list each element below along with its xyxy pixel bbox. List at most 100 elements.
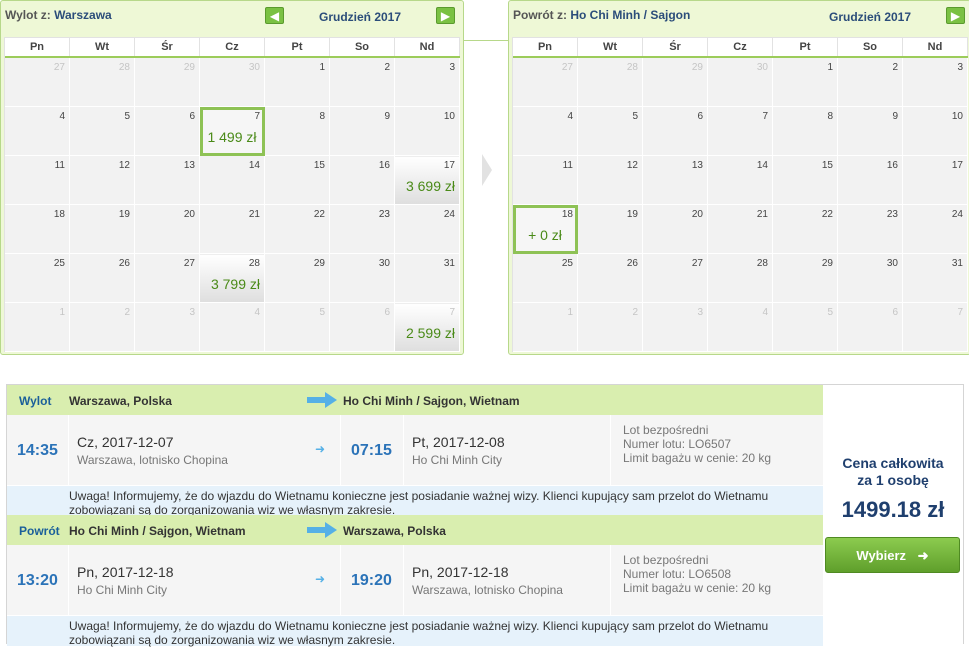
day-number: 23 [378, 209, 390, 220]
next-month-button[interactable]: ▶ [436, 7, 455, 24]
calendar-day-cell: 9 [329, 106, 395, 156]
day-number: 9 [384, 111, 390, 122]
day-price: 3 799 zł [210, 276, 260, 292]
day-number: 12 [626, 160, 638, 171]
calendar-day-cell: 25 [5, 253, 70, 303]
arrow-right-icon: ➜ [917, 548, 929, 563]
outbound-dep-cell: Cz, 2017-12-07 Warszawa, lotnisko Chopin… [69, 415, 341, 485]
calendar-day-cell: 2 [837, 57, 903, 107]
calendar-day-cell: 4 [707, 302, 773, 352]
day-number: 3 [449, 62, 455, 73]
day-number: 10 [951, 111, 963, 122]
calendar-day-cell: 6 [837, 302, 903, 352]
day-number: 21 [248, 209, 260, 220]
day-number: 8 [319, 111, 325, 122]
outbound-note-line1: Uwaga! Informujemy, że do wjazdu do Wiet… [69, 489, 769, 503]
weekday-header: Cz [199, 38, 265, 58]
day-number: 6 [697, 111, 703, 122]
calendar-day-cell: 10 [902, 106, 968, 156]
calendar-day-cell: 4 [199, 302, 265, 352]
weekday-header: So [329, 38, 395, 58]
return-dep-time-cell: 13:20 [7, 545, 69, 615]
calendar-day-cell[interactable]: 7 1 499 zł [199, 106, 265, 156]
calendar-day-cell: 24 [394, 204, 460, 254]
return-label: Powrót [19, 524, 60, 538]
outbound-route-band: Wylot Warszawa, Polska Ho Chi Minh / Saj… [7, 385, 823, 415]
calendar-day-cell: 14 [707, 155, 773, 205]
calendar-day-cell: 30 [707, 57, 773, 107]
arrow-right-icon: ➜ [315, 442, 326, 456]
return-arr-cell: Pn, 2017-12-18 Warszawa, lotnisko Chopin… [404, 545, 611, 615]
return-next-month-button[interactable]: ▶ [946, 7, 965, 24]
calendar-day-cell: 28 [69, 57, 135, 107]
day-number: 4 [567, 111, 573, 122]
calendar-day-cell[interactable]: 17 3 699 zł [394, 155, 460, 205]
day-number: 15 [821, 160, 833, 171]
outbound-dep-time: 14:35 [17, 442, 58, 459]
return-info-cell: Lot bezpośredni Numer lotu: LO6508 Limit… [611, 545, 823, 615]
choose-button[interactable]: Wybierz ➜ [825, 537, 960, 573]
day-number: 29 [183, 62, 195, 73]
day-number: 10 [443, 111, 455, 122]
calendar-day-cell: 15 [264, 155, 330, 205]
day-number: 13 [691, 160, 703, 171]
weekday-header: Pn [5, 38, 70, 58]
calendar-day-cell: 1 [5, 302, 70, 352]
day-number: 4 [59, 111, 65, 122]
calendar-day-cell: 20 [642, 204, 708, 254]
return-from: Ho Chi Minh / Sajgon, Wietnam [69, 524, 246, 538]
return-arr-time: 19:20 [351, 572, 392, 589]
total-price: 1499.18 zł [841, 497, 945, 522]
day-number: 19 [626, 209, 638, 220]
calendar-day-cell: 30 [199, 57, 265, 107]
return-arr-date: Pn, 2017-12-18 [412, 564, 509, 580]
outbound-arr-date: Pt, 2017-12-08 [412, 434, 505, 450]
day-number: 18 [561, 209, 573, 220]
calendar-day-cell: 22 [772, 204, 838, 254]
calendar-day-cell: 28 [577, 57, 643, 107]
day-number: 9 [892, 111, 898, 122]
calendar-day-cell: 15 [772, 155, 838, 205]
return-arr-time-cell: 19:20 [341, 545, 404, 615]
calendar-connector [464, 40, 508, 41]
calendar-day-cell: 4 [5, 106, 70, 156]
return-dep-date: Pn, 2017-12-18 [77, 564, 174, 580]
day-number: 3 [957, 62, 963, 73]
prev-month-button[interactable]: ◀ [265, 7, 284, 24]
day-number: 27 [691, 258, 703, 269]
calendar-day-cell: 20 [134, 204, 200, 254]
day-number: 26 [626, 258, 638, 269]
calendar-day-cell: 19 [69, 204, 135, 254]
calendar-day-cell[interactable]: 7 2 599 zł [394, 302, 460, 352]
calendar-day-cell[interactable]: 28 3 799 zł [199, 253, 265, 303]
outbound-dep-time-cell: 14:35 [7, 415, 69, 485]
return-dep-cell: Pn, 2017-12-18 Ho Chi Minh City ➜ [69, 545, 341, 615]
calendar-week-row: 25 26 27 28 29 30 31 [513, 253, 968, 303]
day-number: 7 [957, 307, 963, 318]
day-number: 2 [892, 62, 898, 73]
calendar-week-row: 1 2 3 4 5 6 7 [513, 302, 968, 352]
outbound-flight-number: Numer lotu: LO6507 [623, 437, 732, 451]
calendar-day-cell[interactable]: 18 + 0 zł [513, 204, 578, 254]
calendar-day-cell: 3 [902, 57, 968, 107]
day-number: 6 [892, 307, 898, 318]
day-number: 7 [449, 307, 455, 318]
calendar-day-cell: 3 [134, 302, 200, 352]
return-arr-day: Pn, [412, 564, 434, 580]
day-number: 28 [756, 258, 768, 269]
return-arr-date-value: 2017-12-18 [436, 564, 509, 580]
day-number: 1 [567, 307, 573, 318]
day-number: 6 [384, 307, 390, 318]
outbound-visa-note: Uwaga! Informujemy, że do wjazdu do Wiet… [7, 486, 823, 517]
return-calendar: Powrót z: Ho Chi Minh / Sajgon Grudzień … [508, 0, 969, 355]
outbound-calendar-grid: Pn Wt Śr Cz Pt So Nd 27 28 29 30 1 2 3 4 5 6 7 1 499 zł 8 9 1… [4, 37, 460, 352]
day-number: 25 [561, 258, 573, 269]
calendar-day-cell: 30 [837, 253, 903, 303]
day-number: 27 [561, 62, 573, 73]
weekday-header: Pn [513, 38, 578, 58]
day-number: 21 [756, 209, 768, 220]
calendar-day-cell: 6 [329, 302, 395, 352]
calendar-day-cell: 26 [69, 253, 135, 303]
day-number: 18 [53, 209, 65, 220]
outbound-dep-day: Cz, [77, 434, 98, 450]
